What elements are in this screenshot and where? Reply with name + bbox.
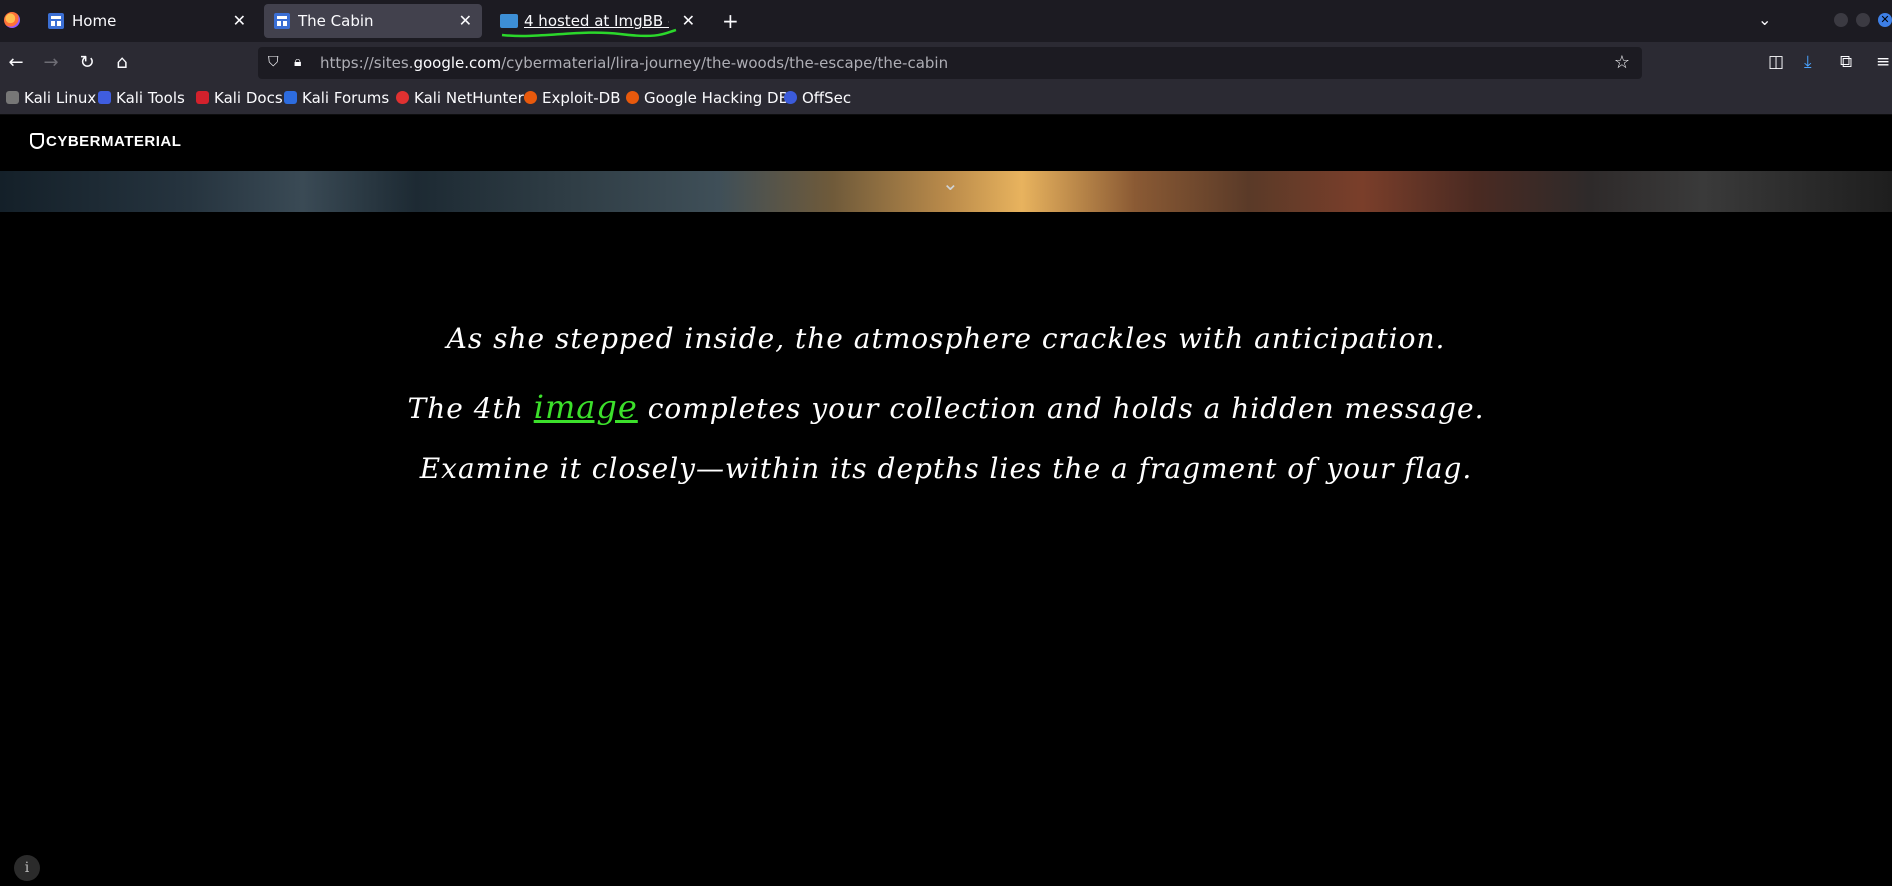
shield-icon[interactable]: ⛉ — [268, 54, 279, 70]
story-line-3: Examine it closely—within its depths lie… — [419, 452, 1473, 485]
close-icon[interactable]: ✕ — [459, 11, 472, 30]
back-arrow-icon[interactable]: ← — [4, 51, 28, 75]
ghdb-icon — [626, 91, 639, 104]
home-icon[interactable]: ⌂ — [110, 51, 134, 75]
bookmark-offsec[interactable]: OffSec — [784, 89, 851, 107]
lock-icon[interactable]: 🔒︎ — [294, 54, 301, 70]
star-icon[interactable]: ☆ — [1614, 52, 1630, 73]
site-header: CYBERMATERIAL — [0, 115, 1892, 171]
tab-home[interactable]: Home ✕ — [38, 4, 256, 38]
kali-dragon-icon — [6, 91, 19, 104]
tab-the-cabin[interactable]: The Cabin ✕ — [264, 4, 482, 38]
firefox-icon[interactable] — [4, 12, 20, 28]
minimize-button[interactable] — [1834, 13, 1848, 27]
chevron-down-icon[interactable]: ⌄ — [942, 171, 959, 195]
chevron-down-icon[interactable]: ⌄ — [1758, 10, 1771, 29]
download-icon[interactable]: ⤓ — [1804, 52, 1812, 72]
bookmark-kali-docs[interactable]: Kali Docs — [196, 89, 283, 107]
tab-title: Home — [72, 12, 117, 30]
bookmark-kali-tools[interactable]: Kali Tools — [98, 89, 185, 107]
bookmark-kali-linux[interactable]: Kali Linux — [6, 89, 96, 107]
navigation-bar: ← → ↻ ⌂ ⛉ 🔒︎ https://sites.google.com/cy… — [0, 42, 1892, 84]
maximize-button[interactable] — [1856, 13, 1870, 27]
close-icon[interactable]: ✕ — [682, 11, 695, 30]
close-icon[interactable]: ✕ — [233, 11, 246, 30]
exploit-db-icon — [524, 91, 537, 104]
reload-icon[interactable]: ↻ — [75, 51, 99, 75]
tab-bar: Home ✕ The Cabin ✕ 4 hosted at ImgBB — I… — [0, 0, 1892, 42]
info-icon[interactable]: i — [14, 855, 40, 881]
new-tab-button[interactable]: + — [722, 9, 739, 33]
nethunter-icon — [396, 91, 409, 104]
offsec-icon — [784, 91, 797, 104]
google-sites-icon — [48, 13, 64, 29]
story-line-2: The 4th image completes your collection … — [407, 388, 1485, 426]
green-underline-annotation — [501, 28, 677, 38]
bookmark-exploit-db[interactable]: Exploit-DB — [524, 89, 621, 107]
kali-tools-icon — [98, 91, 111, 104]
kali-forums-icon — [284, 91, 297, 104]
page-content: As she stepped inside, the atmosphere cr… — [0, 212, 1892, 886]
google-sites-icon — [274, 13, 290, 29]
cybermaterial-logo-icon — [30, 133, 44, 149]
bookmark-kali-nethunter[interactable]: Kali NetHunter — [396, 89, 524, 107]
url-text[interactable]: https://sites.google.com/cybermaterial/l… — [320, 54, 948, 72]
url-bar[interactable]: ⛉ 🔒︎ https://sites.google.com/cybermater… — [258, 47, 1642, 79]
story-line-1: As she stepped inside, the atmosphere cr… — [446, 322, 1446, 355]
bookmark-kali-forums[interactable]: Kali Forums — [284, 89, 389, 107]
bookmarks-toolbar: Kali Linux Kali Tools Kali Docs Kali For… — [0, 84, 1892, 115]
extensions-icon[interactable]: ⧉ — [1840, 52, 1852, 72]
pocket-icon[interactable]: ◫ — [1768, 52, 1784, 72]
site-logo[interactable]: CYBERMATERIAL — [30, 133, 181, 150]
bookmark-google-hacking-db[interactable]: Google Hacking DB — [626, 89, 789, 107]
window-close-button[interactable]: ✕ — [1878, 13, 1892, 27]
forward-arrow-icon[interactable]: → — [39, 51, 63, 75]
image-link[interactable]: image — [534, 388, 638, 426]
menu-icon[interactable]: ≡ — [1876, 52, 1890, 72]
hero-banner-image: ⌄ — [0, 171, 1892, 212]
kali-docs-icon — [196, 91, 209, 104]
tab-title: The Cabin — [298, 12, 374, 30]
imgbb-icon — [500, 14, 518, 28]
